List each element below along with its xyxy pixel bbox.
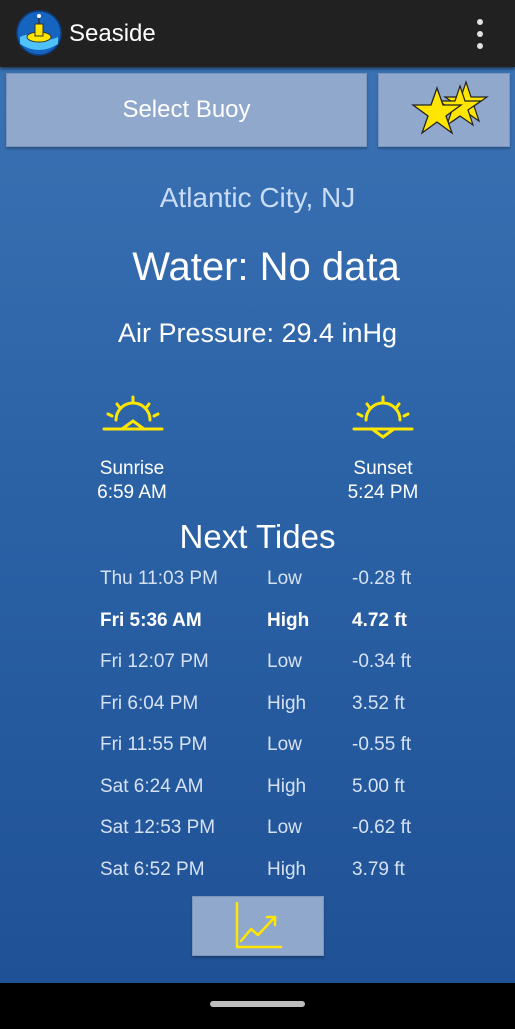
tide-type: Low bbox=[267, 568, 302, 589]
sunrise-icon bbox=[102, 395, 164, 431]
tide-time: Sat 6:24 AM bbox=[100, 776, 204, 797]
sunrise-time: 6:59 AM bbox=[97, 482, 167, 503]
tide-time: Sat 12:53 PM bbox=[100, 817, 216, 838]
sunset-label: Sunset bbox=[353, 458, 413, 479]
tide-type: Low bbox=[267, 734, 302, 755]
favorites-button[interactable] bbox=[378, 73, 510, 147]
tide-row: Sat 6:52 PM High 3.79 ft bbox=[0, 859, 515, 889]
tide-height: -0.34 ft bbox=[352, 651, 412, 672]
tide-chart-icon bbox=[235, 901, 283, 949]
star-stack-icon bbox=[411, 80, 489, 135]
tide-type: Low bbox=[267, 651, 302, 672]
location-name: Atlantic City, NJ bbox=[159, 182, 356, 213]
buoy-logo-icon[interactable] bbox=[16, 10, 62, 56]
tide-row: Thu 11:03 PM Low -0.28 ft bbox=[0, 568, 515, 598]
tide-row-highlighted: Fri 5:36 AM High 4.72 ft bbox=[0, 610, 515, 640]
tide-height: -0.55 ft bbox=[352, 734, 412, 755]
tide-time: Thu 11:03 PM bbox=[100, 568, 218, 589]
app-bar: Seaside bbox=[0, 0, 515, 67]
tide-time: Fri 12:07 PM bbox=[100, 651, 209, 672]
tide-height: 4.72 ft bbox=[352, 610, 407, 631]
tide-height: 5.00 ft bbox=[352, 776, 405, 797]
tide-type: High bbox=[267, 776, 307, 797]
tide-height: -0.28 ft bbox=[352, 568, 412, 589]
app-title: Seaside bbox=[69, 20, 156, 47]
tide-row: Sat 6:24 AM High 5.00 ft bbox=[0, 776, 515, 806]
sunrise-label: Sunrise bbox=[99, 458, 165, 479]
tide-chart-button[interactable] bbox=[192, 896, 324, 956]
overflow-menu-icon[interactable] bbox=[475, 18, 485, 50]
water-temperature: Water: No data bbox=[132, 245, 400, 289]
tide-row: Fri 6:04 PM High 3.52 ft bbox=[0, 693, 515, 723]
tide-time: Fri 11:55 PM bbox=[100, 734, 208, 755]
tide-time: Sat 6:52 PM bbox=[100, 859, 205, 880]
next-tides-heading: Next Tides bbox=[179, 518, 336, 555]
tide-type: High bbox=[267, 693, 307, 714]
tide-row: Fri 11:55 PM Low -0.55 ft bbox=[0, 734, 515, 764]
tide-type: High bbox=[267, 610, 310, 631]
tide-height: 3.79 ft bbox=[352, 859, 405, 880]
sunset-icon bbox=[352, 395, 414, 439]
tide-height: 3.52 ft bbox=[352, 693, 405, 714]
air-pressure: Air Pressure: 29.4 inHg bbox=[117, 318, 398, 348]
home-gesture-handle[interactable] bbox=[210, 1001, 305, 1007]
tide-type: Low bbox=[267, 817, 302, 838]
tide-row: Sat 12:53 PM Low -0.62 ft bbox=[0, 817, 515, 847]
main-content: Select Buoy Atlantic City, NJ Water: No … bbox=[0, 67, 515, 983]
tide-time: Fri 6:04 PM bbox=[100, 693, 199, 714]
tide-time: Fri 5:36 AM bbox=[100, 610, 202, 631]
tide-height: -0.62 ft bbox=[352, 817, 412, 838]
select-buoy-button[interactable]: Select Buoy bbox=[6, 73, 367, 147]
tide-row: Fri 12:07 PM Low -0.34 ft bbox=[0, 651, 515, 681]
tide-type: High bbox=[267, 859, 307, 880]
sunset-time: 5:24 PM bbox=[347, 482, 419, 503]
system-navigation-bar bbox=[0, 983, 515, 1029]
